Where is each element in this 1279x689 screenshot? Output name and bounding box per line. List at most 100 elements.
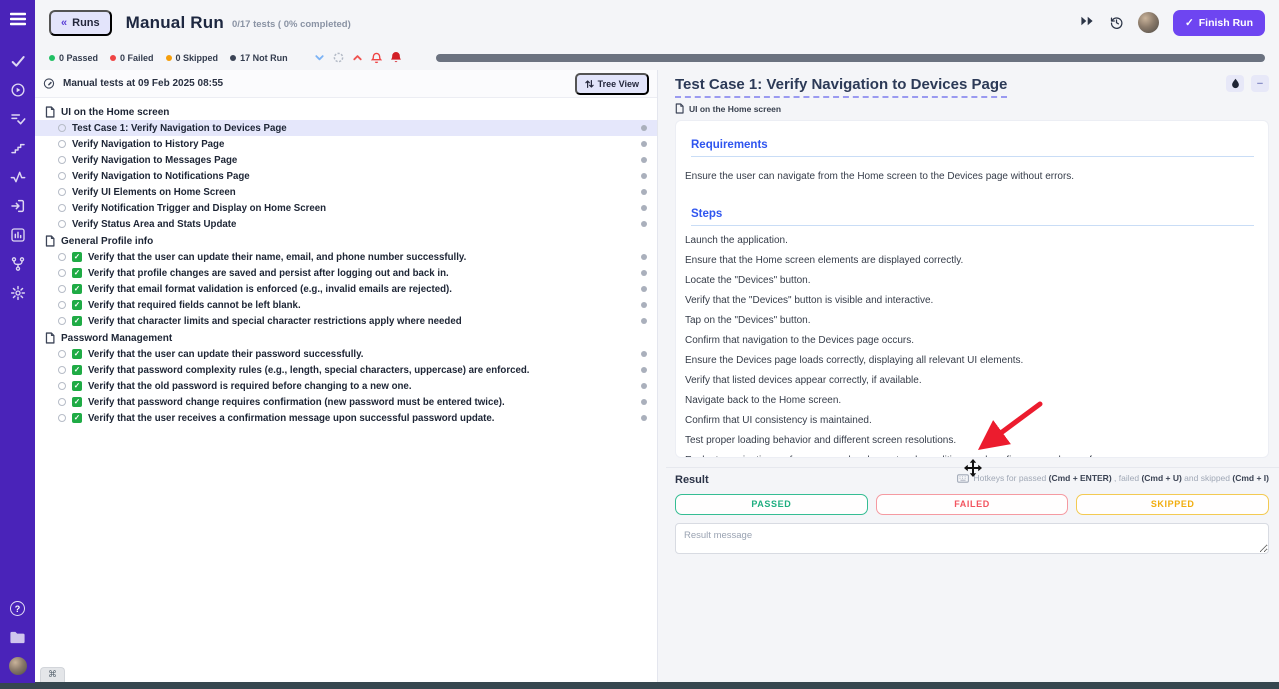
green-check-icon: [72, 381, 82, 391]
test-case-detail-panel: Test Case 1: Verify Navigation to Device…: [666, 70, 1279, 683]
back-to-runs-button[interactable]: « Runs: [49, 10, 112, 36]
status-circle-icon: [58, 204, 66, 212]
steps-heading: Steps: [691, 208, 1254, 226]
row-dot-icon: [641, 318, 647, 324]
activity-icon[interactable]: [9, 168, 27, 186]
step-text: Navigate back to the Home screen.: [685, 396, 1254, 406]
green-check-icon: [72, 268, 82, 278]
green-check-icon: [72, 349, 82, 359]
step-text: Confirm that navigation to the Devices p…: [685, 336, 1254, 346]
finish-run-button[interactable]: ✓ Finish Run: [1173, 10, 1265, 36]
test-case-row[interactable]: Verify Navigation to Messages Page: [35, 152, 657, 168]
result-message-input[interactable]: [675, 523, 1269, 554]
result-heading: Result: [675, 474, 709, 486]
bar-chart-icon[interactable]: [9, 226, 27, 244]
status-circle-icon: [58, 301, 66, 309]
steps-icon[interactable]: [9, 139, 27, 157]
step-text: Evaluate navigation performance under sl…: [685, 456, 1254, 458]
green-check-icon: [72, 397, 82, 407]
branch-icon[interactable]: [9, 255, 27, 273]
back-label: Runs: [72, 17, 100, 29]
test-case-row[interactable]: Verify that password change requires con…: [35, 394, 657, 410]
hotkeys-hint: Hotkeys for passed (Cmd + ENTER) , faile…: [957, 473, 1269, 483]
test-case-row[interactable]: Verify that profile changes are saved an…: [35, 265, 657, 281]
bell-solid-icon[interactable]: [390, 51, 402, 64]
test-case-row[interactable]: Verify Status Area and Stats Update: [35, 216, 657, 232]
row-dot-icon: [641, 302, 647, 308]
check-icon[interactable]: [9, 52, 27, 70]
list-check-icon[interactable]: [9, 110, 27, 128]
stat-passed: 0 Passed: [49, 53, 98, 63]
test-case-row[interactable]: Verify that the old password is required…: [35, 378, 657, 394]
test-case-row[interactable]: Verify Navigation to History Page: [35, 136, 657, 152]
suite-file-icon: [45, 106, 55, 118]
stat-failed: 0 Failed: [110, 53, 154, 63]
test-case-row[interactable]: Verify that password complexity rules (e…: [35, 362, 657, 378]
green-check-icon: [72, 300, 82, 310]
folder-icon[interactable]: [9, 628, 27, 646]
suite-file-icon: [675, 103, 684, 114]
test-case-row[interactable]: Verify that email format validation is e…: [35, 281, 657, 297]
step-text: Confirm that UI consistency is maintaine…: [685, 416, 1254, 426]
status-circle-icon: [58, 398, 66, 406]
suite-header[interactable]: Password Management: [35, 329, 657, 346]
help-icon[interactable]: ?: [10, 601, 25, 616]
test-case-content-card: Requirements Ensure the user can navigat…: [675, 120, 1269, 458]
row-dot-icon: [641, 125, 647, 131]
history-icon[interactable]: [1109, 15, 1124, 30]
status-circle-icon: [58, 156, 66, 164]
test-case-row[interactable]: Verify Notification Trigger and Display …: [35, 200, 657, 216]
step-text: Verify that listed devices appear correc…: [685, 376, 1254, 386]
failed-button[interactable]: FAILED: [876, 494, 1069, 515]
import-icon[interactable]: [9, 197, 27, 215]
test-tree: UI on the Home screen Test Case 1: Verif…: [35, 98, 657, 426]
minimize-button[interactable]: −: [1251, 75, 1269, 92]
app-sidebar: ?: [0, 0, 35, 683]
run-progress-summary: 0/17 tests ( 0% completed): [232, 19, 351, 30]
passed-button[interactable]: PASSED: [675, 494, 868, 515]
test-case-row[interactable]: Verify that required fields cannot be le…: [35, 297, 657, 313]
menu-icon[interactable]: [9, 10, 27, 28]
ink-drop-button[interactable]: [1226, 75, 1244, 92]
row-dot-icon: [641, 205, 647, 211]
test-case-row[interactable]: Verify that the user can update their na…: [35, 249, 657, 265]
user-avatar[interactable]: [1138, 12, 1159, 33]
fast-forward-icon[interactable]: [1080, 15, 1095, 30]
move-splitter-handle[interactable]: [964, 459, 982, 477]
not-run-progress-fill: [436, 54, 1265, 62]
status-circle-icon: [58, 124, 66, 132]
row-dot-icon: [641, 415, 647, 421]
skipped-button[interactable]: SKIPPED: [1076, 494, 1269, 515]
skipped-dot-icon: [166, 55, 172, 61]
status-circle-icon[interactable]: [333, 52, 344, 63]
test-case-row[interactable]: Verify that the user can update their pa…: [35, 346, 657, 362]
test-case-row[interactable]: Verify UI Elements on Home Screen: [35, 184, 657, 200]
command-key-badge[interactable]: ⌘: [40, 667, 65, 682]
suite-file-icon: [45, 332, 55, 344]
step-text: Tap on the "Devices" button.: [685, 316, 1254, 326]
test-case-row[interactable]: Test Case 1: Verify Navigation to Device…: [35, 120, 657, 136]
suite-file-icon: [45, 235, 55, 247]
test-case-row[interactable]: Verify that character limits and special…: [35, 313, 657, 329]
chevron-up-icon[interactable]: [352, 52, 363, 63]
row-dot-icon: [641, 221, 647, 227]
ink-drop-icon: [1231, 78, 1240, 89]
play-circle-icon[interactable]: [9, 81, 27, 99]
test-case-row[interactable]: Verify Navigation to Notifications Page: [35, 168, 657, 184]
status-circle-icon: [58, 253, 66, 261]
chevron-down-icon[interactable]: [314, 52, 325, 63]
gear-icon[interactable]: [9, 284, 27, 302]
test-case-title[interactable]: Test Case 1: Verify Navigation to Device…: [675, 76, 1007, 98]
green-check-icon: [72, 284, 82, 294]
sidebar-user-avatar[interactable]: [9, 657, 27, 675]
status-circle-icon: [58, 172, 66, 180]
suite-header[interactable]: General Profile info: [35, 232, 657, 249]
finish-run-label: Finish Run: [1199, 17, 1253, 29]
suite-header[interactable]: UI on the Home screen: [35, 103, 657, 120]
bell-outline-icon[interactable]: [371, 52, 382, 64]
status-circle-icon: [58, 285, 66, 293]
tree-view-button[interactable]: Tree View: [575, 73, 649, 95]
row-dot-icon: [641, 399, 647, 405]
step-text: Ensure that the Home screen elements are…: [685, 256, 1254, 266]
test-case-row[interactable]: Verify that the user receives a confirma…: [35, 410, 657, 426]
